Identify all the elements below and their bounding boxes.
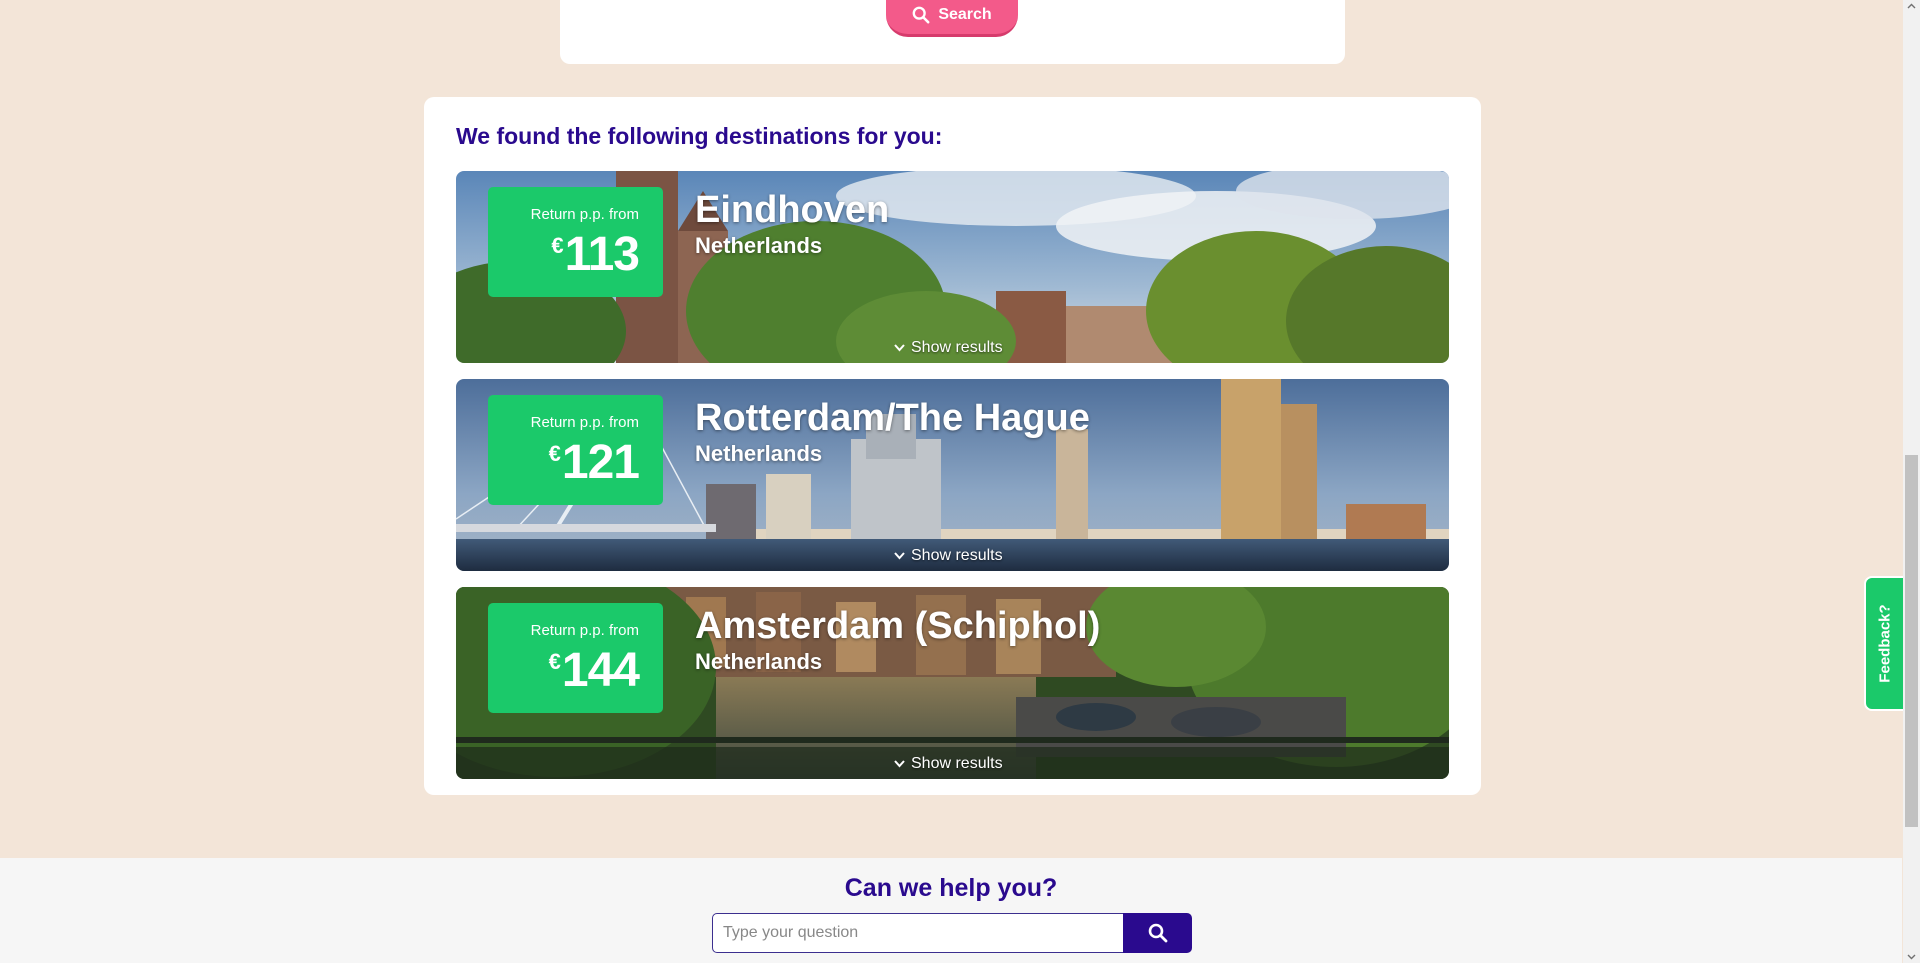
scroll-up-arrow-icon[interactable] <box>1907 2 1916 11</box>
feedback-label: Feedback? <box>1876 604 1894 683</box>
show-results-label: Show results <box>911 755 1003 772</box>
price-amount: € 121 <box>548 435 640 490</box>
price-currency: € <box>551 233 563 258</box>
destination-card-amsterdam[interactable]: Return p.p. from € 144 Amsterdam (Schiph… <box>456 587 1449 779</box>
show-results-toggle[interactable]: Show results <box>894 547 1003 565</box>
destination-country: Netherlands <box>695 649 823 674</box>
results-heading: We found the following destinations for … <box>456 123 943 149</box>
chevron-down-icon <box>894 344 905 352</box>
destination-city: Rotterdam/The Hague <box>695 397 1090 439</box>
feedback-tab[interactable]: Feedback? <box>1864 576 1904 711</box>
search-icon <box>1148 923 1167 943</box>
scroll-down-arrow-icon[interactable] <box>1907 952 1916 961</box>
price-box: Return p.p. from € 121 <box>488 395 663 505</box>
price-value: 121 <box>561 436 640 489</box>
price-label: Return p.p. from <box>530 622 639 639</box>
show-results-toggle[interactable]: Show results <box>894 755 1003 773</box>
destination-city: Amsterdam (Schiphol) <box>695 605 1101 647</box>
price-currency: € <box>548 441 561 466</box>
destination-country: Netherlands <box>695 441 823 466</box>
search-button[interactable]: Search <box>886 0 1018 37</box>
chevron-down-icon <box>894 552 905 560</box>
price-box: Return p.p. from € 144 <box>488 603 663 713</box>
show-results-toggle[interactable]: Show results <box>894 339 1003 357</box>
price-label: Return p.p. from <box>530 414 639 431</box>
price-label: Return p.p. from <box>530 206 639 223</box>
price-amount: € 113 <box>551 227 640 282</box>
search-button-label: Search <box>938 6 992 23</box>
price-box: Return p.p. from € 113 <box>488 187 663 297</box>
help-search-input[interactable] <box>712 913 1124 953</box>
chevron-down-icon <box>894 760 905 768</box>
help-title: Can we help you? <box>844 874 1058 902</box>
destination-city: Eindhoven <box>695 189 890 231</box>
destination-card-eindhoven[interactable]: Return p.p. from € 113 Eindhoven Netherl… <box>456 171 1449 363</box>
show-results-label: Show results <box>911 547 1003 564</box>
price-value: 113 <box>564 228 640 281</box>
help-search-button[interactable] <box>1123 913 1192 953</box>
destination-country: Netherlands <box>695 233 823 258</box>
price-currency: € <box>548 649 561 674</box>
page-scrollbar[interactable] <box>1903 0 1920 963</box>
price-value: 144 <box>561 644 640 697</box>
show-results-label: Show results <box>911 339 1003 356</box>
scrollbar-thumb[interactable] <box>1905 455 1918 827</box>
price-amount: € 144 <box>548 643 640 698</box>
search-icon <box>912 6 930 24</box>
destination-card-rotterdam[interactable]: Return p.p. from € 121 Rotterdam/The Hag… <box>456 379 1449 571</box>
